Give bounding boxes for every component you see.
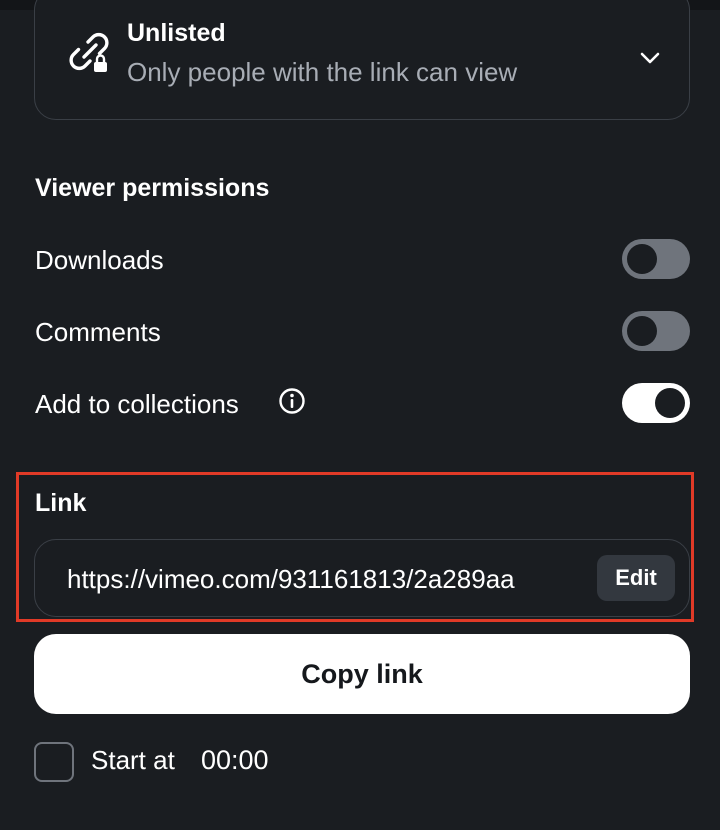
toggle-knob bbox=[627, 244, 657, 274]
start-at-time[interactable]: 00:00 bbox=[201, 745, 269, 776]
link-heading: Link bbox=[35, 489, 87, 517]
toggle-knob bbox=[627, 316, 657, 346]
link-lock-icon bbox=[69, 32, 109, 72]
start-at-checkbox[interactable] bbox=[34, 742, 74, 782]
permission-row-downloads: Downloads bbox=[35, 239, 690, 283]
edit-link-button[interactable]: Edit bbox=[597, 555, 675, 601]
viewer-permissions-heading: Viewer permissions bbox=[35, 174, 270, 202]
link-field[interactable]: https://vimeo.com/931161813/2a289aa Edit bbox=[34, 539, 690, 617]
chevron-down-icon bbox=[640, 52, 660, 64]
add-to-collections-toggle[interactable] bbox=[622, 383, 690, 423]
share-settings-panel: Unlisted Only people with the link can v… bbox=[0, 0, 720, 830]
copy-link-button[interactable]: Copy link bbox=[34, 634, 690, 714]
add-to-collections-label: Add to collections bbox=[35, 389, 239, 419]
permission-row-add-to-collections: Add to collections bbox=[35, 383, 690, 427]
comments-label: Comments bbox=[35, 317, 161, 347]
downloads-label: Downloads bbox=[35, 245, 164, 275]
privacy-dropdown[interactable]: Unlisted Only people with the link can v… bbox=[34, 0, 690, 120]
link-url-text[interactable]: https://vimeo.com/931161813/2a289aa bbox=[67, 564, 577, 595]
comments-toggle[interactable] bbox=[622, 311, 690, 351]
permission-row-comments: Comments bbox=[35, 311, 690, 355]
start-at-label: Start at bbox=[91, 745, 175, 775]
downloads-toggle[interactable] bbox=[622, 239, 690, 279]
privacy-description: Only people with the link can view bbox=[127, 57, 518, 87]
info-icon[interactable] bbox=[278, 387, 306, 415]
privacy-title: Unlisted bbox=[127, 19, 226, 47]
toggle-knob bbox=[655, 388, 685, 418]
